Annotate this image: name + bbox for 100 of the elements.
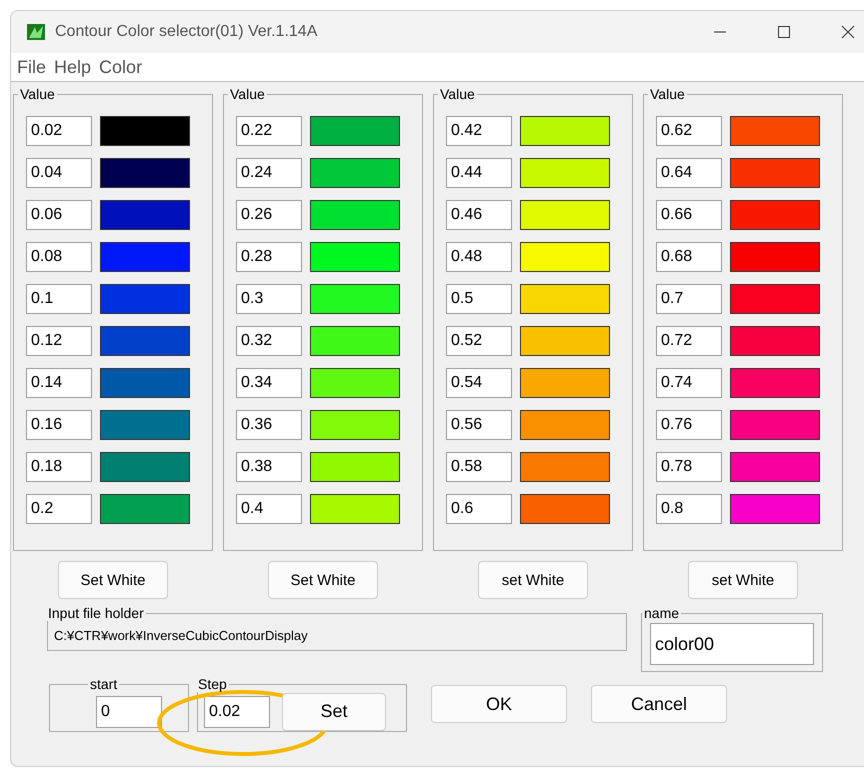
value-field[interactable]: 0.14 bbox=[26, 368, 92, 398]
color-swatch[interactable] bbox=[730, 116, 820, 146]
value-field[interactable]: 0.76 bbox=[656, 410, 722, 440]
value-field[interactable]: 0.72 bbox=[656, 326, 722, 356]
menu-item[interactable]: Help bbox=[54, 56, 92, 78]
color-swatch[interactable] bbox=[100, 452, 190, 482]
value-field[interactable]: 0.28 bbox=[236, 242, 302, 272]
color-swatch[interactable] bbox=[520, 158, 610, 188]
color-swatch[interactable] bbox=[520, 494, 610, 524]
reset-swatches-button[interactable]: Set White bbox=[58, 561, 168, 599]
color-swatch[interactable] bbox=[100, 326, 190, 356]
value-field[interactable]: 0.6 bbox=[446, 494, 512, 524]
color-swatch[interactable] bbox=[100, 284, 190, 314]
value-field[interactable]: 0.24 bbox=[236, 158, 302, 188]
color-swatch[interactable] bbox=[520, 410, 610, 440]
menu-item[interactable]: File bbox=[17, 56, 46, 78]
cancel-button[interactable]: Cancel bbox=[591, 685, 727, 723]
reset-swatches-button[interactable]: Set White bbox=[268, 561, 378, 599]
value-field[interactable]: 0.2 bbox=[26, 494, 92, 524]
color-swatch[interactable] bbox=[310, 158, 400, 188]
color-swatch[interactable] bbox=[310, 116, 400, 146]
value-field[interactable]: 0.44 bbox=[446, 158, 512, 188]
value-field[interactable]: 0.08 bbox=[26, 242, 92, 272]
color-swatch[interactable] bbox=[730, 326, 820, 356]
color-swatch[interactable] bbox=[730, 158, 820, 188]
color-swatch[interactable] bbox=[730, 494, 820, 524]
group-label: Value bbox=[439, 86, 476, 102]
color-swatch[interactable] bbox=[100, 158, 190, 188]
value-field[interactable]: 0.02 bbox=[26, 116, 92, 146]
color-swatch[interactable] bbox=[100, 116, 190, 146]
value-field[interactable]: 0.34 bbox=[236, 368, 302, 398]
value-field[interactable]: 0.1 bbox=[26, 284, 92, 314]
value-field[interactable]: 0.3 bbox=[236, 284, 302, 314]
color-swatch[interactable] bbox=[310, 326, 400, 356]
value-field[interactable]: 0.26 bbox=[236, 200, 302, 230]
color-swatch[interactable] bbox=[310, 494, 400, 524]
color-swatch[interactable] bbox=[310, 410, 400, 440]
color-swatch[interactable] bbox=[100, 494, 190, 524]
color-swatch[interactable] bbox=[520, 368, 610, 398]
group-label: start bbox=[89, 676, 118, 692]
app-icon bbox=[27, 24, 45, 40]
value-field[interactable]: 0.68 bbox=[656, 242, 722, 272]
color-swatch[interactable] bbox=[100, 368, 190, 398]
value-field[interactable]: 0.8 bbox=[656, 494, 722, 524]
color-swatch[interactable] bbox=[520, 242, 610, 272]
value-field[interactable]: 0.74 bbox=[656, 368, 722, 398]
value-field[interactable]: 0.22 bbox=[236, 116, 302, 146]
color-swatch[interactable] bbox=[730, 284, 820, 314]
value-field[interactable]: 0.64 bbox=[656, 158, 722, 188]
value-field[interactable]: 0.18 bbox=[26, 452, 92, 482]
color-swatch[interactable] bbox=[100, 410, 190, 440]
value-field[interactable]: 0.66 bbox=[656, 200, 722, 230]
value-field[interactable]: 0.36 bbox=[236, 410, 302, 440]
color-swatch[interactable] bbox=[730, 242, 820, 272]
color-swatch[interactable] bbox=[310, 368, 400, 398]
value-field[interactable]: 0.78 bbox=[656, 452, 722, 482]
value-field[interactable]: 0.54 bbox=[446, 368, 512, 398]
value-field[interactable]: 0.4 bbox=[236, 494, 302, 524]
value-field[interactable]: 0.56 bbox=[446, 410, 512, 440]
color-swatch[interactable] bbox=[310, 242, 400, 272]
set-button[interactable]: Set bbox=[282, 692, 386, 730]
value-field[interactable]: 0.52 bbox=[446, 326, 512, 356]
reset-swatches-button[interactable]: set White bbox=[478, 561, 588, 599]
color-swatch[interactable] bbox=[730, 452, 820, 482]
color-swatch[interactable] bbox=[100, 242, 190, 272]
color-swatch[interactable] bbox=[730, 410, 820, 440]
color-swatch[interactable] bbox=[520, 284, 610, 314]
close-icon[interactable] bbox=[841, 25, 855, 39]
maximize-icon[interactable] bbox=[777, 25, 791, 39]
value-field[interactable]: 0.42 bbox=[446, 116, 512, 146]
value-field[interactable]: 0.46 bbox=[446, 200, 512, 230]
reset-swatches-button[interactable]: set White bbox=[688, 561, 798, 599]
value-field[interactable]: 0.06 bbox=[26, 200, 92, 230]
value-field[interactable]: 0.32 bbox=[236, 326, 302, 356]
step-field[interactable]: 0.02 bbox=[204, 696, 270, 728]
name-field[interactable]: color00 bbox=[650, 623, 814, 665]
color-swatch[interactable] bbox=[310, 284, 400, 314]
color-swatch[interactable] bbox=[520, 200, 610, 230]
color-swatch[interactable] bbox=[310, 452, 400, 482]
ok-button[interactable]: OK bbox=[431, 685, 567, 723]
color-swatch[interactable] bbox=[100, 200, 190, 230]
value-field[interactable]: 0.04 bbox=[26, 158, 92, 188]
color-swatch[interactable] bbox=[310, 200, 400, 230]
value-field[interactable]: 0.12 bbox=[26, 326, 92, 356]
color-swatch[interactable] bbox=[730, 368, 820, 398]
value-field[interactable]: 0.38 bbox=[236, 452, 302, 482]
window-title: Contour Color selector(01) Ver.1.14A bbox=[55, 23, 318, 41]
value-field[interactable]: 0.5 bbox=[446, 284, 512, 314]
value-field[interactable]: 0.48 bbox=[446, 242, 512, 272]
color-swatch[interactable] bbox=[520, 116, 610, 146]
value-field[interactable]: 0.58 bbox=[446, 452, 512, 482]
menu-item[interactable]: Color bbox=[99, 56, 142, 78]
color-swatch[interactable] bbox=[520, 326, 610, 356]
value-field[interactable]: 0.7 bbox=[656, 284, 722, 314]
color-swatch[interactable] bbox=[520, 452, 610, 482]
value-field[interactable]: 0.16 bbox=[26, 410, 92, 440]
value-field[interactable]: 0.62 bbox=[656, 116, 722, 146]
start-field[interactable]: 0 bbox=[96, 696, 162, 728]
file-path: C:¥CTR¥work¥InverseCubicContourDisplay bbox=[54, 628, 308, 643]
color-swatch[interactable] bbox=[730, 200, 820, 230]
